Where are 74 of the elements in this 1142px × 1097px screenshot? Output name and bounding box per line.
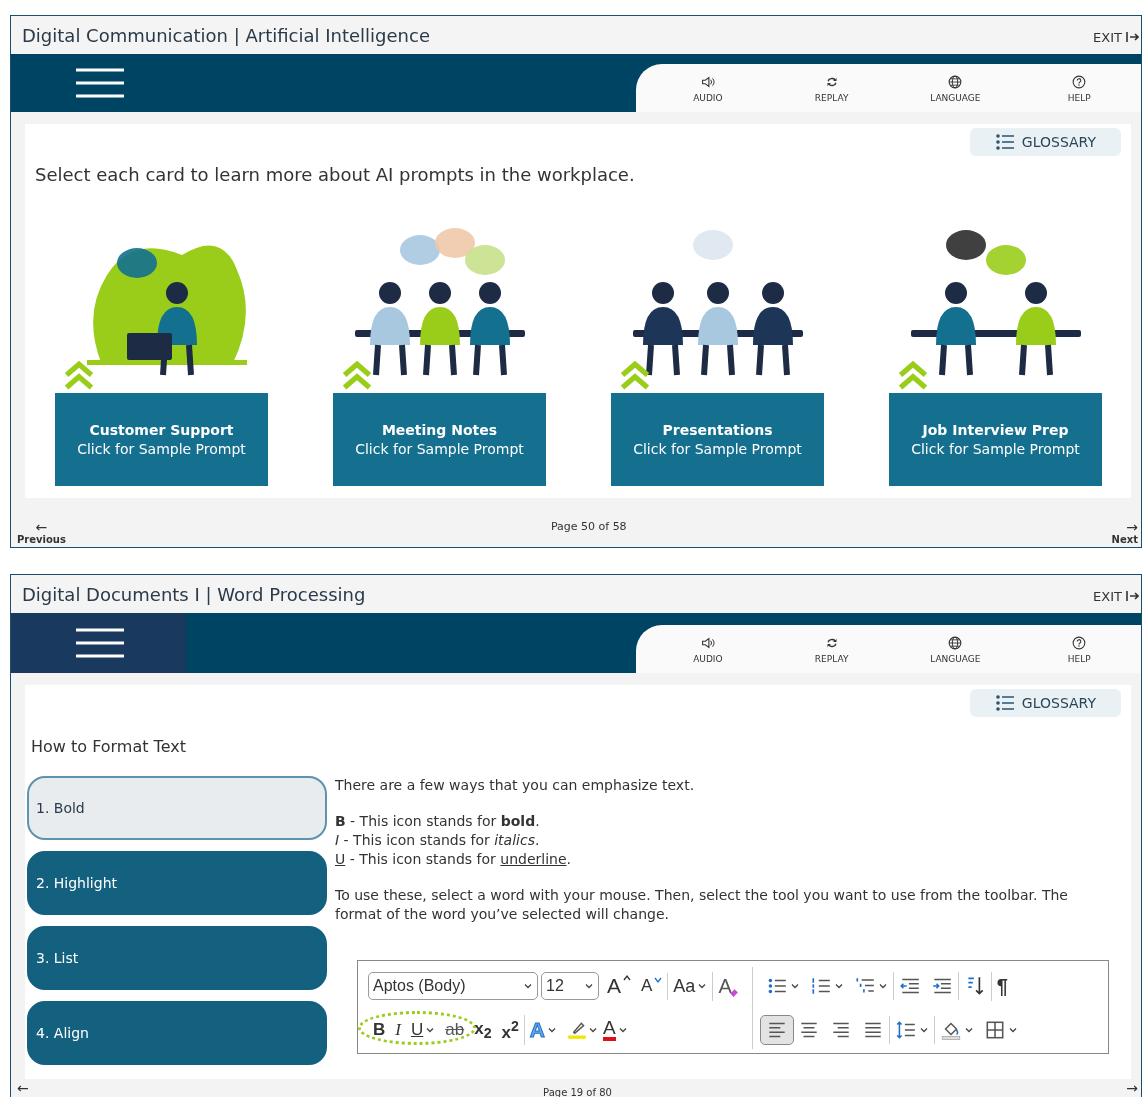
- line-spacing-icon: [894, 1019, 917, 1041]
- prompt-card[interactable]: Customer Support Click for Sample Prompt: [55, 393, 268, 486]
- topic-button[interactable]: 2. Highlight: [27, 851, 327, 915]
- dropdown-caret-icon: [584, 981, 594, 991]
- tool-button[interactable]: LANGUAGE: [900, 64, 1011, 112]
- dropdown-caret-icon: [547, 1025, 557, 1035]
- format-button[interactable]: I: [390, 1017, 406, 1043]
- align-left-button[interactable]: [760, 1016, 793, 1044]
- dropdown-caret-icon: [833, 981, 844, 991]
- prompt-card[interactable]: Presentations Click for Sample Prompt: [611, 393, 824, 486]
- glossary-button[interactable]: GLOSSARY: [969, 689, 1121, 717]
- format-button[interactable]: U: [405, 1017, 441, 1043]
- course-title: Digital Communication | Artificial Intelligence: [22, 24, 430, 46]
- dropdown-caret-icon: [523, 981, 533, 991]
- exit-button[interactable]: EXIT: [1093, 29, 1141, 45]
- format-button[interactable]: A: [598, 1016, 633, 1044]
- dropdown-caret-icon: [877, 981, 888, 991]
- icon-description: B - This icon stands for bold.: [335, 812, 541, 831]
- page-number: Page 50 of 58: [550, 520, 627, 533]
- format-button[interactable]: A: [602, 971, 636, 1001]
- prompt-card[interactable]: Job Interview Prep Click for Sample Prompt: [889, 393, 1102, 486]
- tool-button[interactable]: AUDIO: [652, 625, 763, 673]
- exit-arrow-icon: [1125, 30, 1139, 44]
- prompt-card[interactable]: Meeting Notes Click for Sample Prompt: [333, 393, 546, 486]
- menu-icon: [75, 67, 125, 99]
- format-button[interactable]: B: [368, 1017, 391, 1043]
- tool-button[interactable]: LANGUAGE: [900, 625, 1011, 673]
- caret-down-icon: [654, 976, 663, 984]
- format-button[interactable]: x$_{2}$: [469, 1015, 497, 1045]
- instruction-text: Select each card to learn more about AI prompts in the workplace.: [35, 164, 636, 185]
- format-button[interactable]: x$^{2}$: [496, 1014, 524, 1046]
- tool-button[interactable]: REPLAY: [776, 64, 887, 112]
- format-button[interactable]: A: [636, 973, 668, 999]
- topic-button[interactable]: 3. List: [27, 926, 327, 990]
- dropdown-caret-icon: [425, 1025, 436, 1035]
- topic-button[interactable]: 4. Align: [27, 1001, 327, 1065]
- exit-arrow-icon: [1125, 589, 1139, 603]
- list-icon: [994, 693, 1015, 713]
- menu-icon: [75, 627, 125, 659]
- icon-description: I - This icon stands for italics.: [335, 831, 541, 850]
- previous-button[interactable]: ← Previous: [17, 520, 66, 545]
- exit-button[interactable]: EXIT: [1093, 588, 1141, 604]
- dropdown-caret-icon: [588, 1025, 598, 1035]
- dropdown-caret-icon: [617, 1025, 628, 1035]
- course-title: Digital Documents I | Word Processing: [22, 583, 366, 605]
- instructions-text: To use these, select a word with your mouse. Then, select the tool you want to use from the toolbar. The format of the word you’ve selected will change.: [335, 886, 1069, 924]
- next-button[interactable]: →: [1126, 1081, 1138, 1095]
- tool-button[interactable]: HELP: [1024, 625, 1135, 673]
- dropdown-caret-icon: [697, 981, 708, 991]
- topic-button[interactable]: 1. Bold: [27, 776, 327, 840]
- tool-button[interactable]: HELP: [1024, 64, 1135, 112]
- tool-button[interactable]: REPLAY: [776, 625, 887, 673]
- icon-description: U - This icon stands for underline.: [335, 850, 573, 869]
- numbered-list-icon: [809, 975, 832, 997]
- font-size-dropdown[interactable]: 12: [541, 972, 599, 1000]
- font-dropdown[interactable]: Aptos (Body): [368, 972, 538, 1000]
- list-icon: [994, 132, 1015, 152]
- next-button[interactable]: → Next: [1111, 520, 1138, 545]
- format-button[interactable]: A: [712, 971, 744, 1001]
- menu-button[interactable]: [11, 613, 186, 673]
- dropdown-caret-icon: [1007, 1025, 1018, 1035]
- format-button[interactable]: Aa: [667, 972, 713, 1000]
- caret-up-icon: [623, 974, 631, 982]
- intro-text: There are a few ways that you can emphasize text.: [335, 776, 696, 795]
- format-button[interactable]: ab: [440, 1017, 470, 1043]
- previous-button[interactable]: ←: [17, 1081, 29, 1095]
- dropdown-caret-icon: [918, 1025, 929, 1035]
- tool-button[interactable]: AUDIO: [652, 64, 763, 112]
- highlighter-icon[interactable]: [566, 1019, 588, 1041]
- lesson-heading: How to Format Text: [31, 737, 187, 756]
- glossary-button[interactable]: GLOSSARY: [969, 128, 1121, 156]
- dropdown-caret-icon: [963, 1025, 974, 1035]
- dropdown-caret-icon: [789, 981, 800, 991]
- format-button[interactable]: ¶: [990, 971, 1013, 1001]
